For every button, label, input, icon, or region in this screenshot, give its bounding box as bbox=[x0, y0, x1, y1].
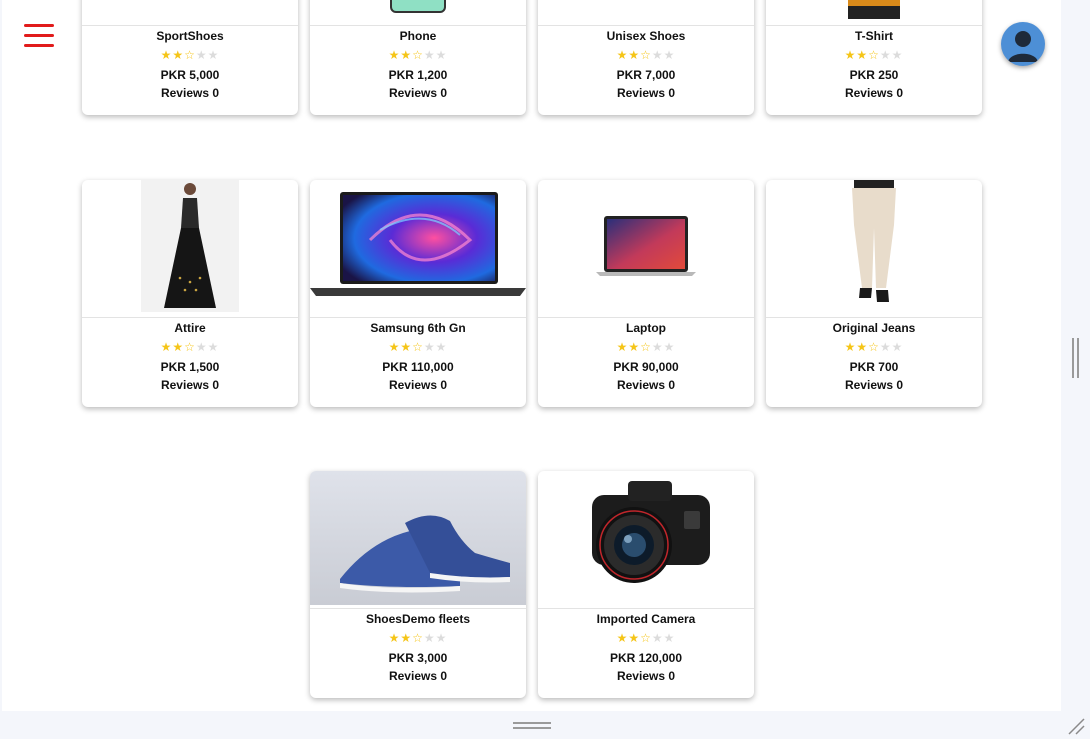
product-name: Laptop bbox=[626, 321, 666, 335]
product-card[interactable]: Samsung 6th Gn ★★☆★★ PKR 110,000 Reviews… bbox=[310, 180, 526, 407]
product-card[interactable]: Laptop ★★☆★★ PKR 90,000 Reviews 0 bbox=[538, 180, 754, 407]
product-card[interactable]: Unisex Shoes ★★☆★★ PKR 7,000 Reviews 0 bbox=[538, 0, 754, 115]
product-reviews: Reviews 0 bbox=[616, 378, 676, 392]
product-price: PKR 3,000 bbox=[388, 651, 448, 665]
sport-shoes-image bbox=[82, 0, 298, 26]
resize-corner-icon[interactable] bbox=[1066, 716, 1086, 736]
product-price: PKR 90,000 bbox=[613, 360, 679, 374]
rating-stars: ★★☆★★ bbox=[616, 631, 676, 645]
product-name: SportShoes bbox=[156, 29, 224, 43]
rating-stars: ★★☆★★ bbox=[160, 340, 220, 354]
rating-stars: ★★☆★★ bbox=[616, 48, 676, 62]
rating-stars: ★★☆★★ bbox=[388, 340, 448, 354]
product-reviews: Reviews 0 bbox=[160, 378, 220, 392]
rating-stars: ★★☆★★ bbox=[844, 48, 904, 62]
unisex-shoes-image bbox=[538, 0, 754, 26]
product-card[interactable]: SportShoes ★★☆★★ PKR 5,000 Reviews 0 bbox=[82, 0, 298, 115]
t-shirt-image bbox=[766, 0, 982, 26]
dslr-camera-image bbox=[538, 471, 754, 609]
jeans-image bbox=[766, 180, 982, 318]
product-reviews: Reviews 0 bbox=[616, 86, 676, 100]
product-card[interactable]: T-Shirt ★★☆★★ PKR 250 Reviews 0 bbox=[766, 0, 982, 115]
product-price: PKR 250 bbox=[849, 68, 899, 82]
vertical-drag-handle-icon[interactable] bbox=[1072, 338, 1080, 378]
product-name: T-Shirt bbox=[855, 29, 893, 43]
product-reviews: Reviews 0 bbox=[388, 378, 448, 392]
product-name: Unisex Shoes bbox=[606, 29, 686, 43]
laptop-swirl-image bbox=[310, 180, 526, 318]
product-card[interactable]: Phone ★★☆★★ PKR 1,200 Reviews 0 bbox=[310, 0, 526, 115]
hamburger-menu-icon[interactable] bbox=[24, 24, 56, 49]
product-reviews: Reviews 0 bbox=[388, 669, 448, 683]
product-name: Original Jeans bbox=[832, 321, 916, 335]
macbook-image bbox=[538, 180, 754, 318]
product-price: PKR 5,000 bbox=[160, 68, 220, 82]
product-name: Samsung 6th Gn bbox=[370, 321, 466, 335]
product-name: Attire bbox=[174, 321, 206, 335]
product-name: Phone bbox=[399, 29, 437, 43]
phone-image bbox=[310, 0, 526, 26]
product-reviews: Reviews 0 bbox=[844, 378, 904, 392]
user-avatar-icon[interactable] bbox=[1001, 22, 1045, 66]
product-card[interactable]: Imported Camera ★★☆★★ PKR 120,000 Review… bbox=[538, 471, 754, 698]
rating-stars: ★★☆★★ bbox=[160, 48, 220, 62]
product-name: Imported Camera bbox=[596, 612, 696, 626]
rating-stars: ★★☆★★ bbox=[844, 340, 904, 354]
product-name: ShoesDemo fleets bbox=[365, 612, 471, 626]
product-reviews: Reviews 0 bbox=[616, 669, 676, 683]
product-reviews: Reviews 0 bbox=[388, 86, 448, 100]
product-price: PKR 110,000 bbox=[382, 360, 454, 374]
product-reviews: Reviews 0 bbox=[844, 86, 904, 100]
product-reviews: Reviews 0 bbox=[160, 86, 220, 100]
product-card[interactable]: ShoesDemo fleets ★★☆★★ PKR 3,000 Reviews… bbox=[310, 471, 526, 698]
product-grid-viewport[interactable]: SportShoes ★★☆★★ PKR 5,000 Reviews 0 Pho… bbox=[2, 0, 1061, 711]
product-card[interactable]: Original Jeans ★★☆★★ PKR 700 Reviews 0 bbox=[766, 180, 982, 407]
product-price: PKR 7,000 bbox=[616, 68, 676, 82]
rating-stars: ★★☆★★ bbox=[388, 631, 448, 645]
attire-dress-image bbox=[82, 180, 298, 318]
rating-stars: ★★☆★★ bbox=[616, 340, 676, 354]
blue-sneakers-image bbox=[310, 471, 526, 609]
product-price: PKR 120,000 bbox=[609, 651, 683, 665]
product-price: PKR 700 bbox=[849, 360, 899, 374]
horizontal-drag-handle-icon[interactable] bbox=[513, 722, 551, 730]
product-price: PKR 1,500 bbox=[160, 360, 220, 374]
product-card[interactable]: Attire ★★☆★★ PKR 1,500 Reviews 0 bbox=[82, 180, 298, 407]
rating-stars: ★★☆★★ bbox=[388, 48, 448, 62]
product-price: PKR 1,200 bbox=[388, 68, 448, 82]
